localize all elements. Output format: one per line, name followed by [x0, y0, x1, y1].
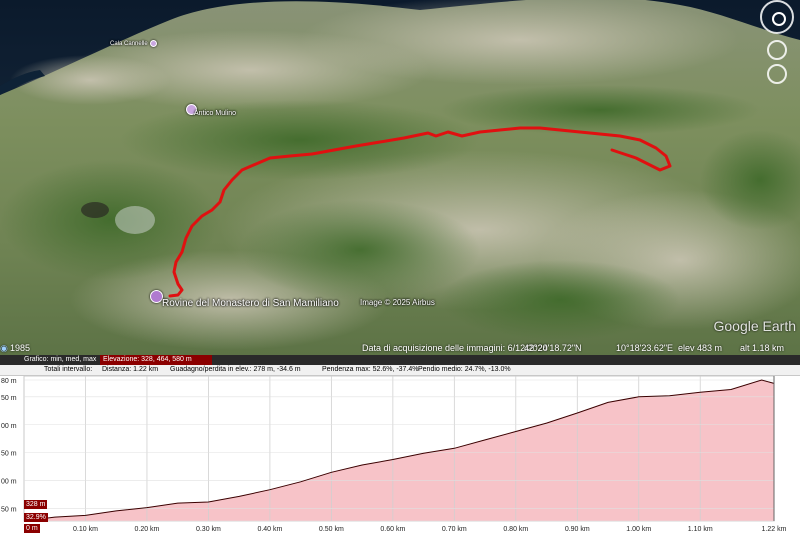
year-label: 1985	[10, 343, 31, 353]
elevation-readout: elev 483 m	[678, 343, 723, 353]
location-pin-icon[interactable]	[150, 40, 157, 47]
x-tick-label: 1.00 km	[626, 526, 651, 533]
place-label-monastero[interactable]: Rovine del Monastero di San Mamiliano	[162, 298, 339, 309]
slope-tag: 32.9%	[24, 513, 48, 522]
y-tick-label: 50 m	[1, 395, 17, 402]
elevation-profile[interactable]: 0.10 km 0.20 km 0.30 km 0.40 km 0.50 km 0.60 …	[0, 355, 800, 533]
x-tick-label: 0.40 km	[257, 526, 282, 533]
google-earth-logo: Google Earth	[713, 318, 797, 334]
x-tick-label: 0.30 km	[196, 526, 221, 533]
latitude-readout: 42°20'18.72"N	[524, 343, 582, 353]
map-view[interactable]: Cala Cannelle Antico Mulino Rovine del M…	[0, 0, 800, 355]
longitude-readout: 10°18'23.62"E	[616, 343, 674, 353]
distance-total: Distanza: 1.22 km	[102, 366, 159, 373]
y-tick-label: 50 m	[1, 507, 17, 514]
min-elevation-tag: 328 m	[24, 500, 48, 509]
graph-label: Grafico: min, med, max	[24, 356, 97, 363]
max-slope: Pendenza max: 52.6%, -37.4%	[322, 366, 419, 373]
y-tick-label: 50 m	[1, 451, 17, 458]
x-tick-label: 0.90 km	[565, 526, 590, 533]
globe-icon: ◉	[0, 343, 8, 353]
compass-icon[interactable]	[760, 0, 794, 34]
avg-slope: Pendio medio: 24.7%, -13.0%	[418, 366, 511, 373]
x-tick-label: 1.10 km	[688, 526, 713, 533]
place-label-cala[interactable]: Cala Cannelle	[110, 41, 148, 47]
y-tick-label: 00 m	[1, 479, 17, 486]
elevation-chart[interactable]: 0.10 km 0.20 km 0.30 km 0.40 km 0.50 km 0.60 …	[0, 355, 800, 533]
x-tick-label: 0.10 km	[73, 526, 98, 533]
acquisition-date: Data di acquisizione delle immagini: 6/1…	[362, 343, 548, 353]
y-tick-label: 00 m	[1, 423, 17, 430]
altitude-readout: alt 1.18 km	[740, 343, 785, 353]
totals-label: Totali intervallo:	[44, 366, 93, 373]
x-tick-label: 0.50 km	[319, 526, 344, 533]
x-tick-label: 1.22 km	[762, 526, 787, 533]
elevation-summary: Elevazione: 328, 464, 580 m	[100, 355, 212, 365]
zero-distance-tag: 0 m	[24, 524, 40, 533]
y-tick-label: 80 m	[1, 378, 17, 385]
x-tick-label: 0.60 km	[380, 526, 405, 533]
x-tick-label: 0.80 km	[503, 526, 528, 533]
profile-totals: Totali intervallo: Distanza: 1.22 km Gua…	[0, 365, 800, 376]
zoom-control-icon[interactable]	[767, 64, 787, 84]
place-label-mulino[interactable]: Antico Mulino	[194, 110, 236, 117]
status-bar: ◉ 1985 Data di acquisizione delle immagi…	[0, 340, 800, 355]
image-credit: Image © 2025 Airbus	[360, 298, 435, 307]
profile-header: Grafico: min, med, max Elevazione: 328, …	[0, 355, 800, 365]
tilt-control-icon[interactable]	[767, 40, 787, 60]
x-tick-label: 0.70 km	[442, 526, 467, 533]
gain-loss: Guadagno/perdita in elev.: 278 m, -34.6 …	[170, 366, 301, 373]
x-tick-label: 0.20 km	[134, 526, 159, 533]
